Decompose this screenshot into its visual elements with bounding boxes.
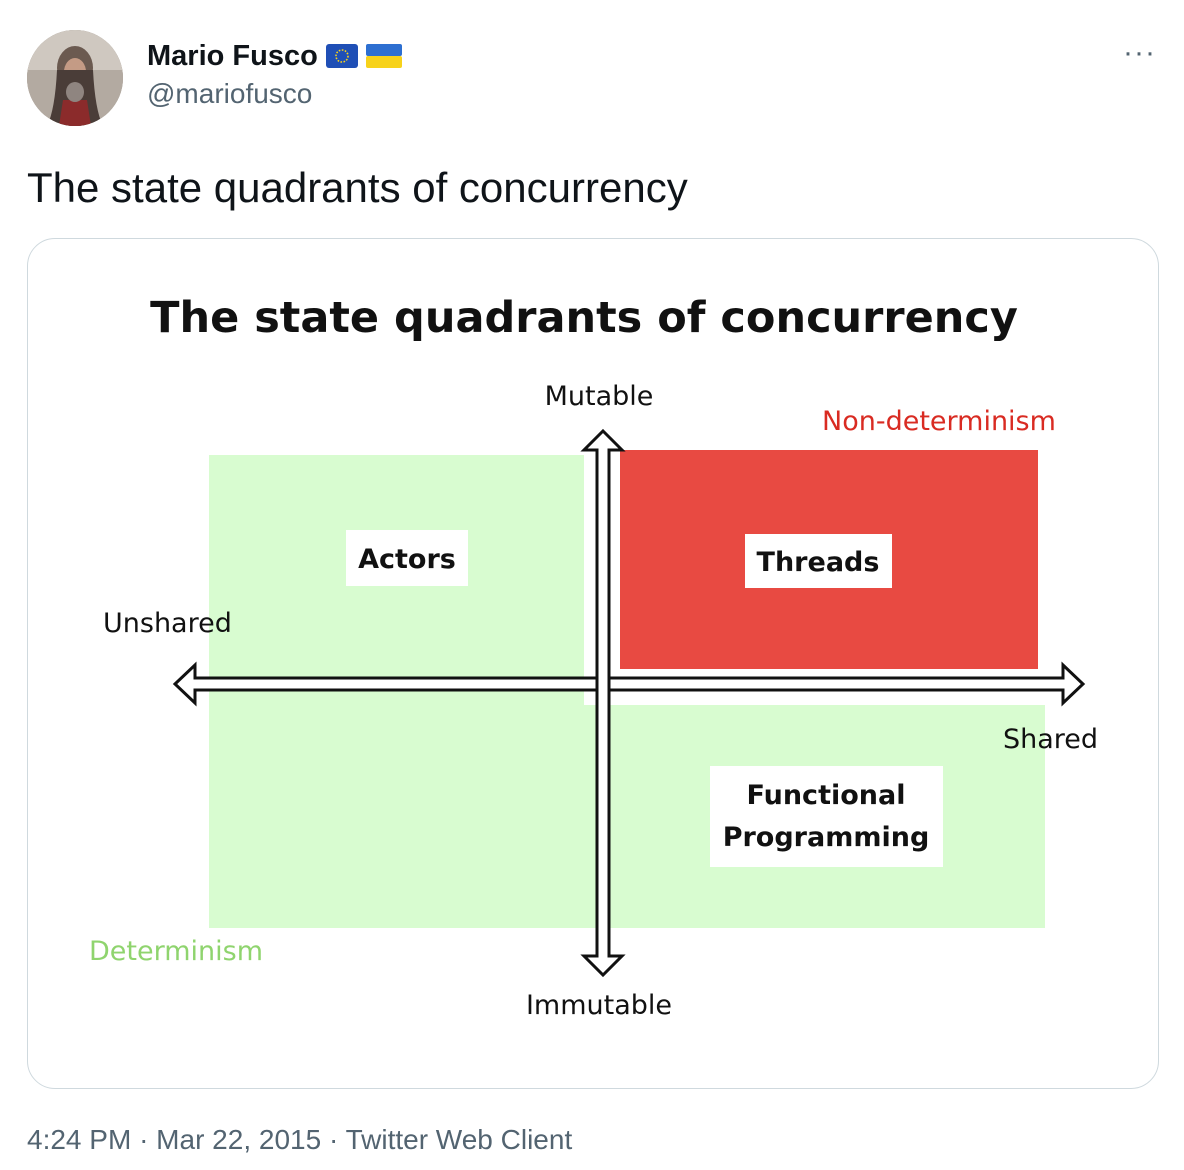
quadrant-label-functional: Functional [747, 780, 906, 811]
quadrant-label-actors: Actors [358, 544, 456, 575]
author-handle[interactable]: @mariofusco [147, 74, 398, 114]
non-determinism-label: Non-determinism [822, 406, 1056, 437]
meta-separator: · [139, 1124, 149, 1155]
tweet-date[interactable]: Mar 22, 2015 [156, 1124, 321, 1155]
tweet-media[interactable]: The state quadrants of concurrency Mutab… [27, 238, 1159, 1089]
tweet-time[interactable]: 4:24 PM [27, 1124, 131, 1155]
quadrant-label-threads: Threads [757, 547, 880, 578]
tweet-client[interactable]: Twitter Web Client [346, 1124, 573, 1155]
author-block: Mario Fusco @mariofusco [147, 36, 402, 114]
quadrant-diagram: The state quadrants of concurrency Mutab… [89, 293, 1098, 1021]
eu-flag-icon [325, 44, 358, 68]
axis-label-unshared: Unshared [103, 608, 232, 639]
axis-label-immutable: Immutable [526, 990, 672, 1021]
meta-separator: · [328, 1124, 339, 1155]
ukraine-flag-icon [365, 44, 402, 68]
more-options-icon[interactable]: ··· [1123, 38, 1156, 68]
author-avatar[interactable] [27, 30, 123, 126]
axis-label-mutable: Mutable [545, 381, 654, 412]
determinism-label: Determinism [89, 936, 263, 967]
quadrant-label-programming: Programming [723, 822, 930, 853]
author-name[interactable]: Mario Fusco [147, 36, 318, 76]
tweet-meta: 4:24 PM · Mar 22, 2015 · Twitter Web Cli… [27, 1120, 572, 1160]
diagram-title: The state quadrants of concurrency [150, 293, 1018, 343]
tweet-text: The state quadrants of concurrency [27, 164, 688, 211]
axis-label-shared: Shared [1003, 724, 1098, 755]
avatar-photo [27, 30, 123, 126]
